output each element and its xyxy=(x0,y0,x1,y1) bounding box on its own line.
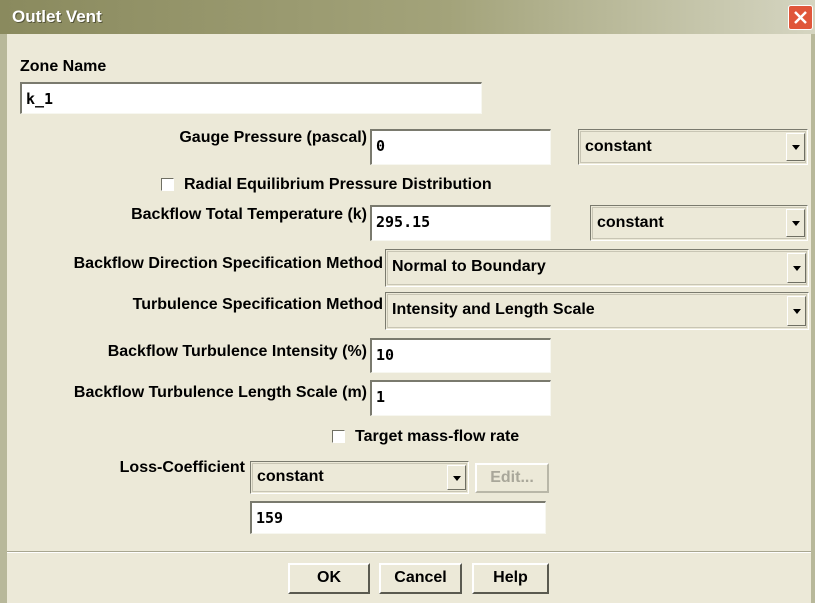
backflow-temperature-label: Backflow Total Temperature (k) xyxy=(131,206,367,223)
loss-coefficient-profile-value: constant xyxy=(257,468,324,485)
window-frame-right xyxy=(811,34,815,603)
chevron-down-icon[interactable] xyxy=(787,296,806,326)
title-bar[interactable]: Outlet Vent xyxy=(0,0,815,34)
backflow-direction-select[interactable]: Normal to Boundary xyxy=(385,249,809,287)
cancel-button[interactable]: Cancel xyxy=(379,563,462,594)
backflow-temperature-profile-select[interactable]: constant xyxy=(590,205,808,241)
window-frame-left xyxy=(0,34,7,603)
turbulence-method-label: Turbulence Specification Method xyxy=(132,296,383,313)
radial-equilibrium-checkbox[interactable] xyxy=(161,178,174,191)
turbulence-length-input[interactable]: 1 xyxy=(370,380,551,416)
edit-button[interactable]: Edit... xyxy=(475,463,549,493)
radial-equilibrium-label: Radial Equilibrium Pressure Distribution xyxy=(184,176,492,193)
gauge-pressure-input[interactable]: 0 xyxy=(370,129,551,165)
chevron-down-icon[interactable] xyxy=(787,253,806,283)
help-button[interactable]: Help xyxy=(472,563,549,594)
backflow-temperature-input[interactable]: 295.15 xyxy=(370,205,551,241)
chevron-down-icon[interactable] xyxy=(786,133,805,161)
close-icon xyxy=(794,11,807,24)
backflow-direction-value: Normal to Boundary xyxy=(392,258,546,275)
loss-coefficient-input[interactable]: 159 xyxy=(250,501,546,534)
gauge-pressure-profile-select[interactable]: constant xyxy=(578,129,808,165)
turbulence-method-value: Intensity and Length Scale xyxy=(392,301,595,318)
gauge-pressure-label: Gauge Pressure (pascal) xyxy=(179,129,367,146)
zone-name-input[interactable]: k_1 xyxy=(20,82,482,114)
turbulence-method-select[interactable]: Intensity and Length Scale xyxy=(385,292,809,330)
loss-coefficient-label: Loss-Coefficient xyxy=(119,459,245,476)
turbulence-intensity-label: Backflow Turbulence Intensity (%) xyxy=(107,343,367,360)
backflow-direction-label: Backflow Direction Specification Method xyxy=(73,255,383,272)
gauge-pressure-profile-value: constant xyxy=(585,138,652,155)
chevron-down-icon[interactable] xyxy=(447,465,466,490)
turbulence-intensity-input[interactable]: 10 xyxy=(370,338,551,373)
loss-coefficient-profile-select[interactable]: constant xyxy=(250,461,469,494)
close-button[interactable] xyxy=(788,5,813,30)
target-mass-flow-label: Target mass-flow rate xyxy=(355,428,520,445)
window-title: Outlet Vent xyxy=(12,7,102,26)
zone-name-label: Zone Name xyxy=(20,58,107,75)
backflow-temperature-profile-value: constant xyxy=(597,214,664,231)
ok-button[interactable]: OK xyxy=(288,563,370,594)
target-mass-flow-checkbox[interactable] xyxy=(332,430,345,443)
button-separator xyxy=(7,551,811,553)
turbulence-length-label: Backflow Turbulence Length Scale (m) xyxy=(73,384,367,401)
chevron-down-icon[interactable] xyxy=(786,209,805,237)
